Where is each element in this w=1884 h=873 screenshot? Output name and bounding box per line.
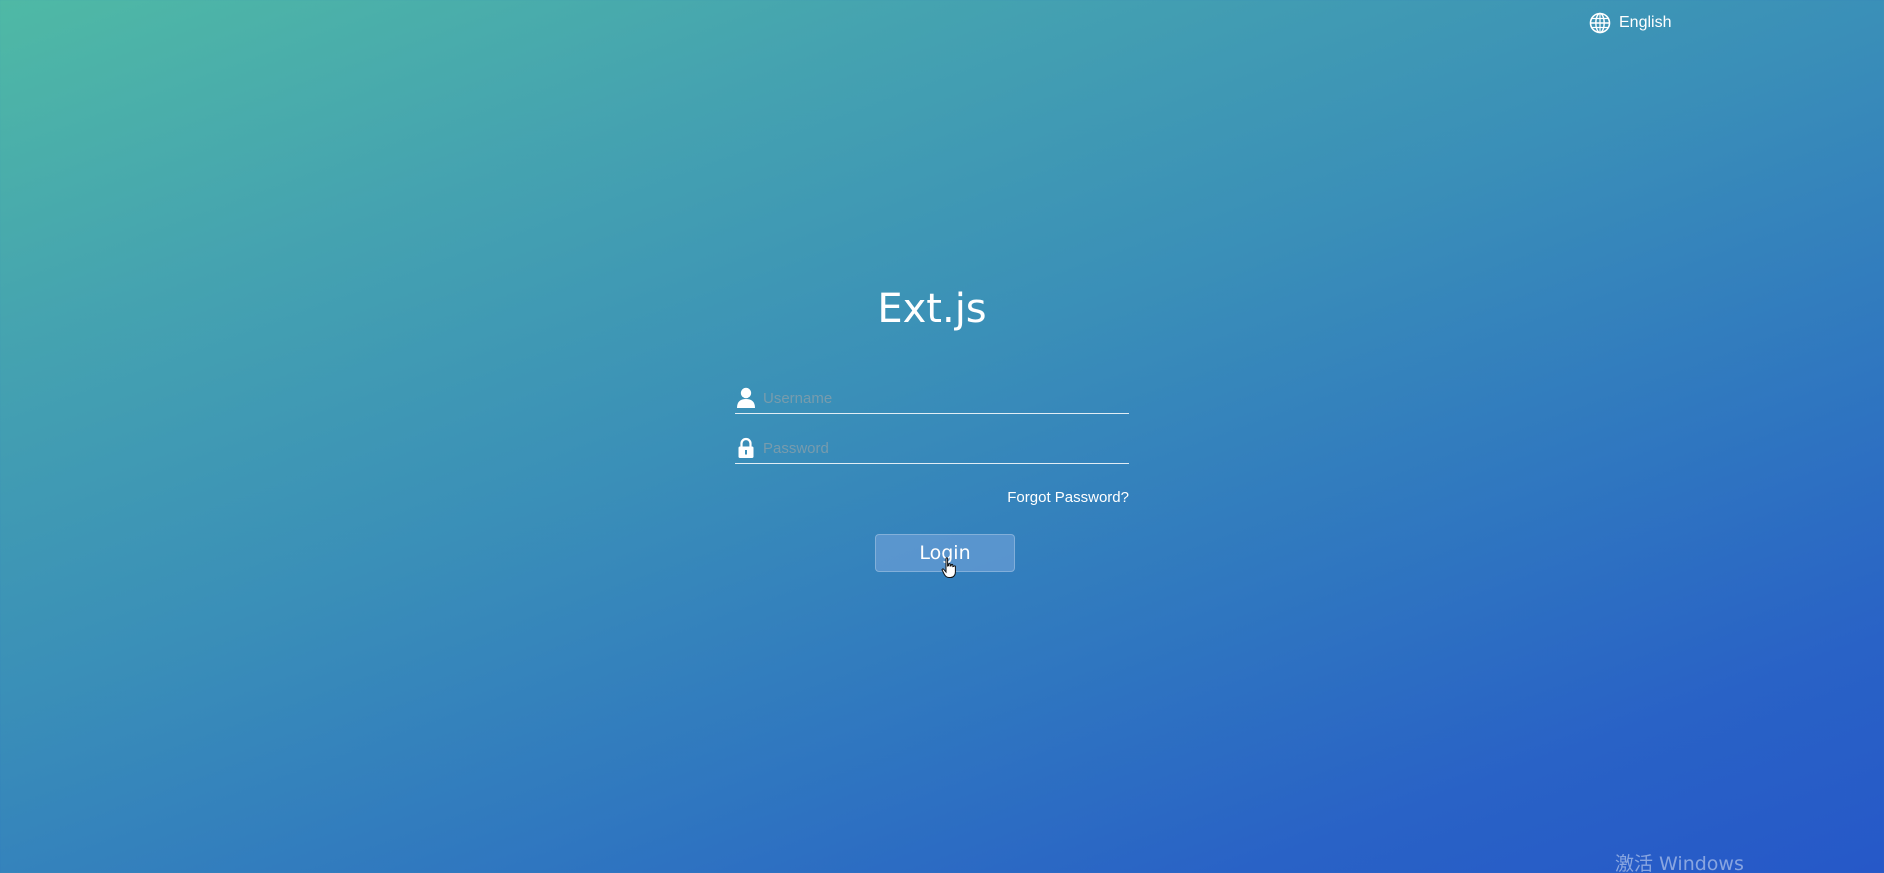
windows-activation-watermark: 激活 Windows: [1615, 853, 1744, 873]
username-field: [735, 383, 1129, 414]
lock-icon: [735, 436, 757, 460]
app-title: Ext.js: [877, 286, 987, 332]
globe-icon: [1589, 12, 1611, 34]
password-field: [735, 433, 1129, 464]
username-input[interactable]: [763, 385, 1129, 411]
forgot-password-link[interactable]: Forgot Password?: [935, 489, 1129, 506]
password-input[interactable]: [763, 435, 1129, 461]
user-icon: [735, 386, 757, 410]
language-selector[interactable]: English: [1589, 12, 1671, 34]
hand-cursor-icon: [941, 557, 959, 584]
language-label: English: [1619, 14, 1672, 31]
